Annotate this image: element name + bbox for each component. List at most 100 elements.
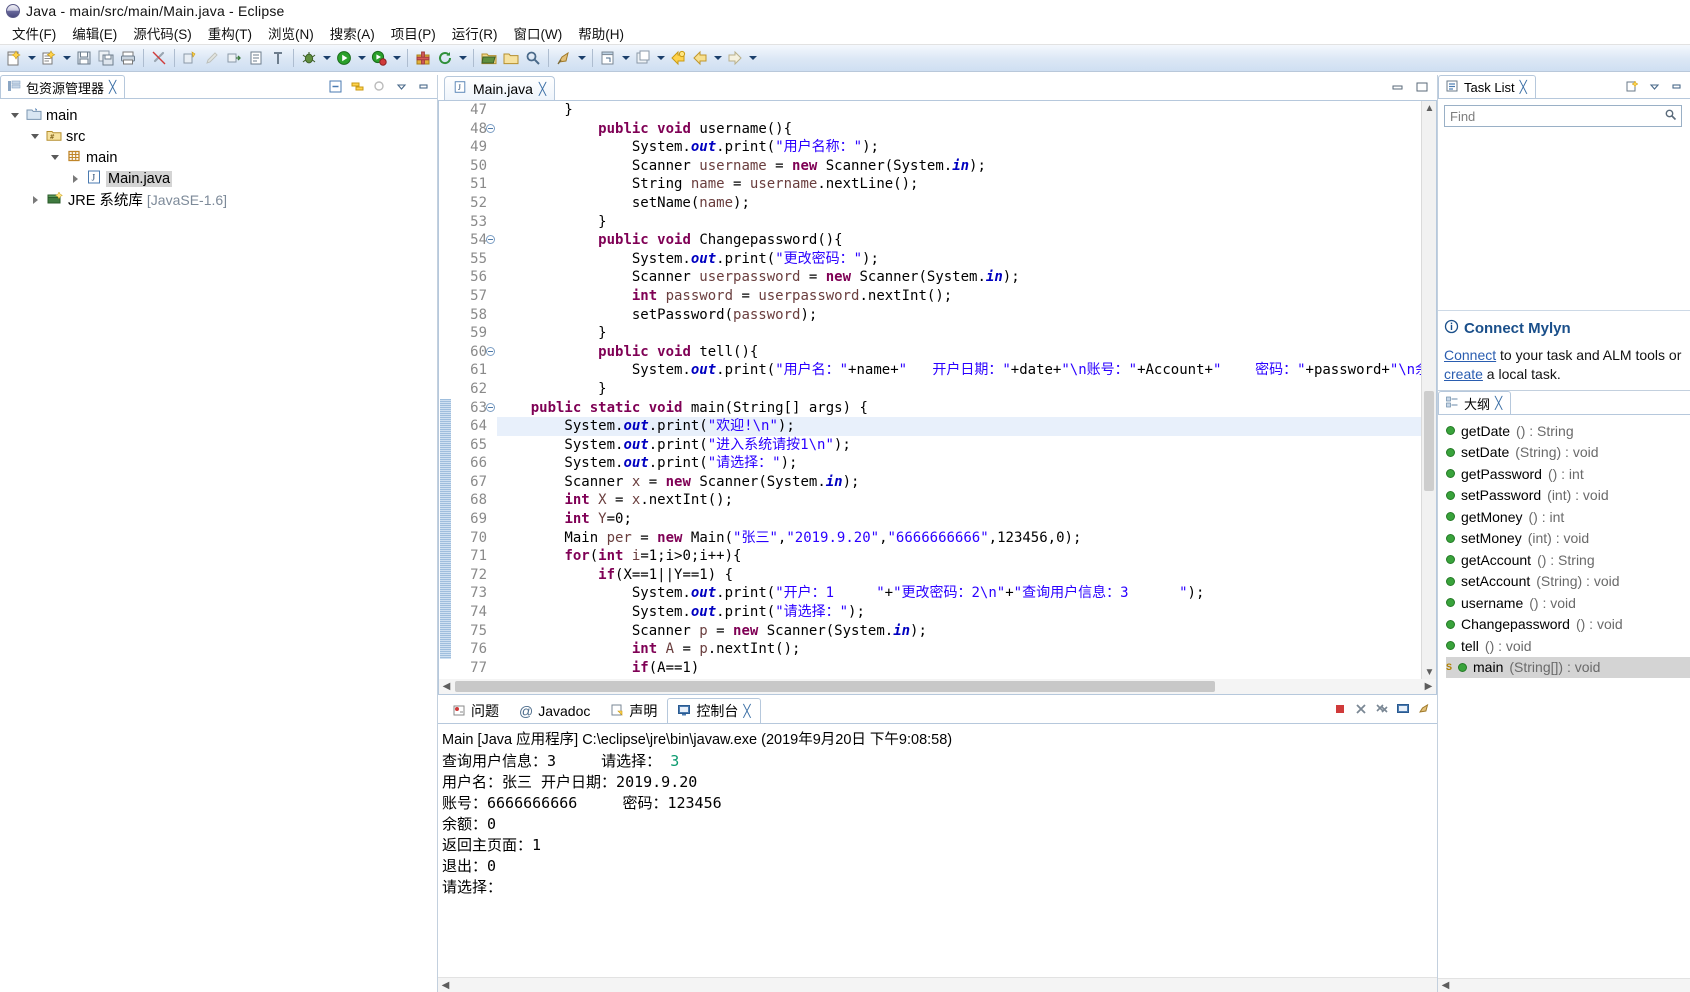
code-line[interactable]: setName(name); — [497, 194, 1436, 213]
search-icon[interactable] — [1664, 108, 1677, 124]
open-folder-icon[interactable] — [500, 47, 522, 69]
remove-all-icon[interactable] — [1375, 702, 1389, 719]
menu-edit[interactable]: 编辑(E) — [64, 21, 125, 45]
menu-refactor[interactable]: 重构(T) — [200, 21, 260, 45]
tree-item-src[interactable]: # src — [4, 126, 437, 147]
code-line[interactable]: } — [497, 101, 1436, 120]
fold-toggle-icon[interactable] — [486, 402, 495, 412]
outline-horizontal-scrollbar[interactable]: ◀ — [1438, 978, 1690, 992]
code-line[interactable]: System.out.print("请选择："); — [497, 603, 1436, 622]
scrollbar-thumb[interactable] — [1424, 391, 1434, 491]
chevron-right-icon[interactable] — [28, 195, 42, 204]
new-java-package-icon[interactable] — [38, 47, 60, 69]
tree-item-main-package[interactable]: main — [4, 147, 437, 168]
back-dropdown-icon[interactable] — [711, 47, 724, 69]
new-editor-icon[interactable] — [632, 47, 654, 69]
run-coverage-dropdown-icon[interactable] — [390, 47, 403, 69]
debug-icon[interactable] — [298, 47, 320, 69]
run-coverage-icon[interactable] — [368, 47, 390, 69]
code-line[interactable]: Scanner username = new Scanner(System.in… — [497, 157, 1436, 176]
menu-navigate[interactable]: 浏览(N) — [260, 21, 322, 45]
scrollbar-thumb[interactable] — [455, 681, 1215, 692]
chevron-down-icon[interactable] — [8, 113, 22, 118]
close-icon[interactable]: ╳ — [539, 82, 546, 96]
new-java-project-icon[interactable] — [412, 47, 434, 69]
build-all-icon[interactable] — [179, 47, 201, 69]
code-line[interactable]: int Y=0; — [497, 510, 1436, 529]
new-wizard-dropdown-icon[interactable] — [25, 47, 38, 69]
console-horizontal-scrollbar[interactable]: ◀ — [438, 977, 1437, 992]
tab-javadoc[interactable]: @ Javadoc — [509, 698, 600, 723]
tree-item-main-java[interactable]: J Main.java — [4, 168, 437, 189]
scroll-up-icon[interactable]: ▲ — [1422, 101, 1436, 116]
tab-console[interactable]: 控制台 ╳ — [667, 698, 761, 723]
scroll-right-icon[interactable]: ▶ — [1421, 681, 1436, 692]
view-menu-icon[interactable] — [1646, 79, 1662, 95]
new-task-icon[interactable] — [1624, 79, 1640, 95]
tab-outline[interactable]: 大纲 ╳ — [1438, 391, 1512, 414]
forward-dropdown-icon[interactable] — [746, 47, 759, 69]
code-line[interactable]: } — [497, 324, 1436, 343]
code-line[interactable]: public void username(){ — [497, 120, 1436, 139]
code-line[interactable]: public static void main(String[] args) { — [497, 399, 1436, 418]
menu-help[interactable]: 帮助(H) — [570, 21, 632, 45]
close-icon[interactable]: ╳ — [109, 80, 116, 94]
open-type-icon[interactable] — [245, 47, 267, 69]
focus-icon[interactable] — [371, 79, 387, 95]
code-line[interactable]: String name = username.nextLine(); — [497, 175, 1436, 194]
new-editor-dropdown-icon[interactable] — [654, 47, 667, 69]
code-line[interactable]: System.out.print("用户名："+name+" 开户日期："+da… — [497, 361, 1436, 380]
chevron-right-icon[interactable] — [68, 174, 82, 183]
outline-item[interactable]: setPassword (int) : void — [1446, 485, 1690, 507]
view-menu-icon[interactable] — [393, 79, 409, 95]
create-link[interactable]: create — [1444, 366, 1483, 382]
tree-item-main-project[interactable]: main — [4, 105, 437, 126]
code-line[interactable]: System.out.print("用户名称："); — [497, 138, 1436, 157]
code-line[interactable]: if(A==1) — [497, 659, 1436, 678]
chevron-down-icon[interactable] — [48, 155, 62, 160]
code-line[interactable]: int A = p.nextInt(); — [497, 640, 1436, 659]
code-line[interactable]: System.out.print("进入系统请按1\n"); — [497, 436, 1436, 455]
menu-source[interactable]: 源代码(S) — [125, 21, 200, 45]
fold-toggle-icon[interactable] — [486, 123, 495, 133]
scroll-down-icon[interactable]: ▼ — [1422, 665, 1436, 680]
editor-source-code[interactable]: } public void username(){ System.out.pri… — [493, 101, 1436, 694]
new-window-dropdown-icon[interactable] — [619, 47, 632, 69]
code-line[interactable]: } — [497, 213, 1436, 232]
code-line[interactable]: public void tell(){ — [497, 343, 1436, 362]
terminate-icon[interactable] — [1333, 702, 1347, 719]
show-whitespace-icon[interactable] — [267, 47, 289, 69]
new-wizard-icon[interactable] — [3, 47, 25, 69]
editor-horizontal-scrollbar[interactable]: ◀ ▶ — [439, 679, 1436, 694]
code-line[interactable]: System.out.print("开户：1 "+"更改密码：2\n"+"查询用… — [497, 584, 1436, 603]
code-line[interactable]: int password = userpassword.nextInt(); — [497, 287, 1436, 306]
forward-icon[interactable] — [724, 47, 746, 69]
tab-problems[interactable]: 问题 — [442, 698, 509, 723]
tab-package-explorer[interactable]: 包资源管理器 ╳ — [0, 75, 126, 98]
refresh-icon[interactable] — [434, 47, 456, 69]
tab-declaration[interactable]: 声明 — [600, 698, 667, 723]
task-find-input[interactable]: Find — [1444, 105, 1682, 127]
pin-editor-dropdown-icon[interactable] — [575, 47, 588, 69]
collapse-all-icon[interactable] — [327, 79, 343, 95]
minimize-icon[interactable] — [1668, 79, 1684, 95]
new-java-package-dropdown-icon[interactable] — [60, 47, 73, 69]
new-window-icon[interactable] — [597, 47, 619, 69]
outline-item[interactable]: username () : void — [1446, 592, 1690, 614]
editor-vertical-scrollbar[interactable]: ▲ ▼ — [1421, 101, 1436, 680]
outline-item[interactable]: getMoney () : int — [1446, 506, 1690, 528]
code-line[interactable]: Scanner x = new Scanner(System.in); — [497, 473, 1436, 492]
outline-item[interactable]: getDate () : String — [1446, 420, 1690, 442]
save-all-icon[interactable] — [95, 47, 117, 69]
link-broken-icon[interactable] — [148, 47, 170, 69]
run-icon[interactable] — [333, 47, 355, 69]
close-icon[interactable]: ╳ — [1495, 396, 1502, 410]
display-selected-console-icon[interactable] — [1396, 702, 1410, 719]
outline-item[interactable]: setMoney (int) : void — [1446, 528, 1690, 550]
tab-main-java[interactable]: J Main.java ╳ — [444, 76, 556, 100]
code-line[interactable]: Main per = new Main("张三","2019.9.20","66… — [497, 529, 1436, 548]
outline-item[interactable]: getPassword () : int — [1446, 463, 1690, 485]
fold-toggle-icon[interactable] — [486, 346, 495, 356]
code-line[interactable]: int X = x.nextInt(); — [497, 491, 1436, 510]
minimize-icon[interactable] — [1391, 80, 1405, 97]
